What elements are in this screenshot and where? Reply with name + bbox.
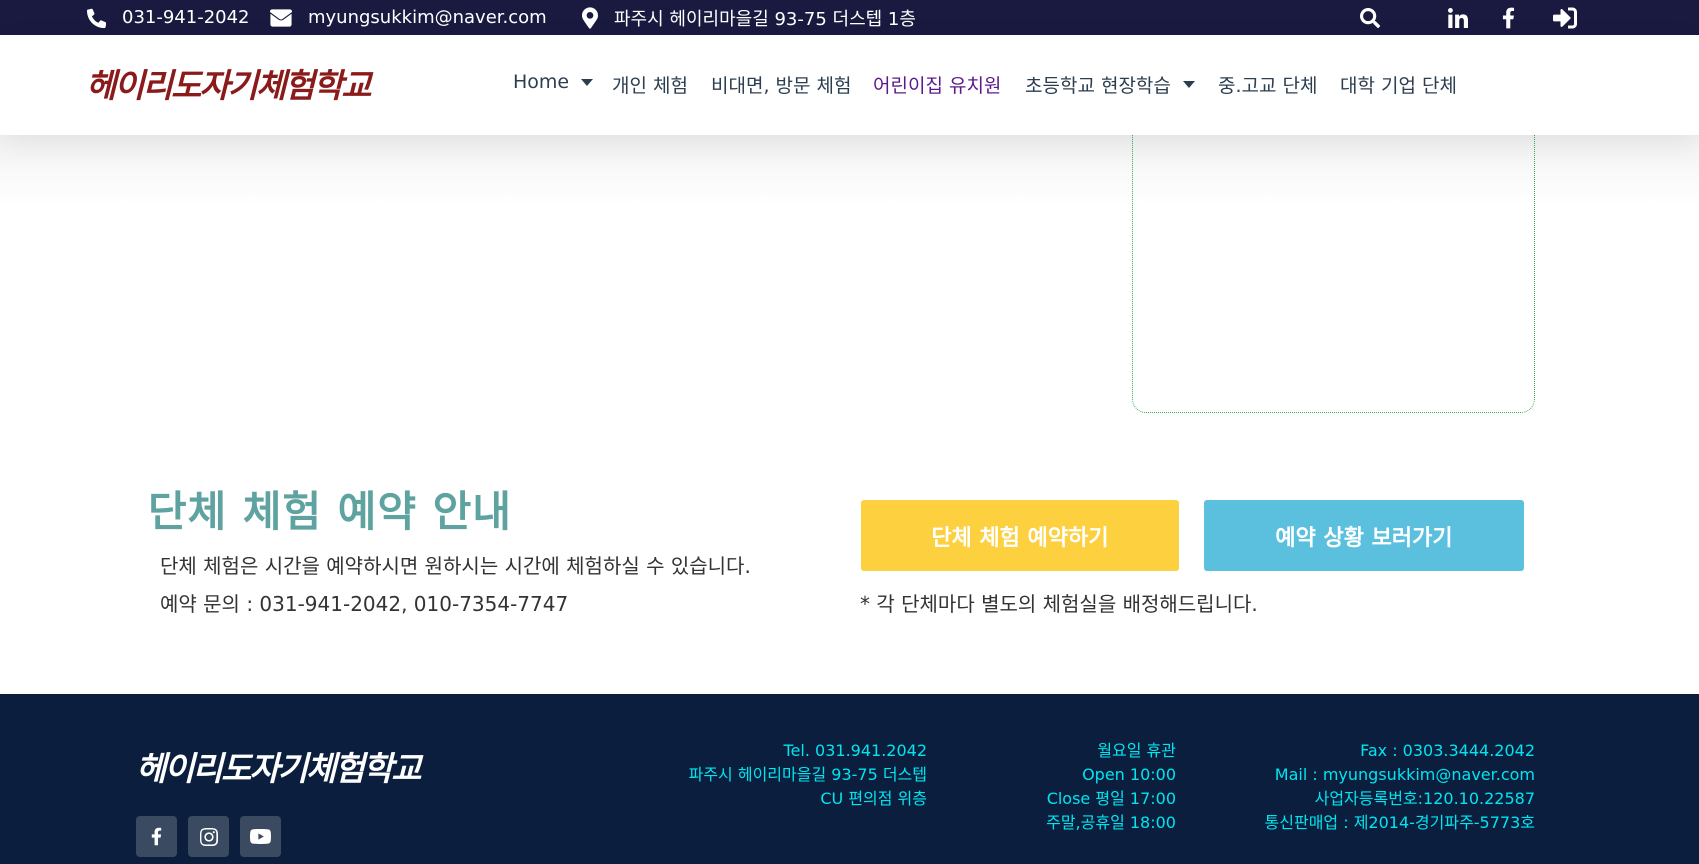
footer-fax: Fax : 0303.3444.2042: [1360, 741, 1535, 760]
footer-hours-column: 월요일 휴관 Open 10:00 Close 평일 17:00 주말,공휴일 …: [1046, 739, 1176, 835]
nav-item-individual[interactable]: 개인 체험: [612, 71, 688, 98]
footer-ecommerce-number: 통신판매업 : 제2014-경기파주-5773호: [1264, 813, 1535, 832]
reservation-description: 단체 체험은 시간을 예약하시면 원하시는 시간에 체험하실 수 있습니다.: [160, 554, 751, 578]
footer-business-number: 사업자등록번호:120.10.22587: [1314, 789, 1535, 808]
nav-label: 대학 기업 단체: [1340, 75, 1457, 97]
footer-open-time: Open 10:00: [1082, 765, 1176, 784]
topbar-address: 파주시 헤이리마을길 93-75 더스텝 1층: [582, 0, 916, 35]
footer-mail: Mail : myungsukkim@naver.com: [1274, 765, 1535, 784]
linkedin-icon: [1448, 7, 1468, 28]
reservation-status-button[interactable]: 예약 상황 보러가기: [1204, 500, 1524, 571]
nav-item-university[interactable]: 대학 기업 단체: [1340, 71, 1457, 98]
site-logo[interactable]: 헤이리도자기체험학교: [86, 59, 372, 107]
reservation-title: 단체 체험 예약 안내: [148, 487, 512, 536]
phone-icon: [86, 8, 106, 28]
nav-label: 중.고교 단체: [1218, 75, 1318, 97]
linkedin-link[interactable]: [1448, 0, 1468, 35]
footer-youtube-button[interactable]: [240, 816, 281, 857]
nav-item-contactless[interactable]: 비대면, 방문 체험: [711, 71, 851, 98]
topbar-address-text: 파주시 헤이리마을길 93-75 더스텝 1층: [614, 8, 916, 30]
instagram-icon: [199, 827, 218, 846]
facebook-icon: [1502, 7, 1515, 28]
content-card: [1132, 130, 1535, 413]
nav-label: 어린이집 유치원: [873, 75, 1002, 97]
nav-label: Home: [513, 71, 570, 93]
footer-closed-day: 월요일 휴관: [1097, 741, 1176, 760]
footer-logo[interactable]: 헤이리도자기체험학교: [136, 742, 422, 790]
footer-business-column: Fax : 0303.3444.2042 Mail : myungsukkim@…: [1265, 739, 1535, 835]
nav-label: 초등학교 현장학습: [1025, 75, 1171, 97]
topbar-phone-text: 031-941-2042: [122, 7, 250, 28]
facebook-icon: [151, 827, 162, 846]
footer-close-weekend: 주말,공휴일 18:00: [1046, 813, 1176, 832]
caret-down-icon: [1182, 81, 1195, 88]
reservation-note: * 각 단체마다 별도의 체험실을 배정해드립니다.: [860, 592, 1258, 616]
footer-facebook-button[interactable]: [136, 816, 177, 857]
youtube-icon: [250, 829, 271, 844]
topbar-email-text: myungsukkim@naver.com: [308, 7, 547, 28]
search-icon: [1360, 7, 1380, 28]
map-marker-icon: [582, 6, 598, 29]
footer-contact-column: Tel. 031.941.2042 파주시 헤이리마을길 93-75 더스텝 C…: [689, 739, 927, 811]
nav-item-elementary[interactable]: 초등학교 현장학습: [1025, 71, 1195, 98]
nav-label: 개인 체험: [612, 75, 688, 97]
site-header: 헤이리도자기체험학교 Home 개인 체험 비대면, 방문 체험 어린이집 유치…: [0, 35, 1699, 135]
facebook-link[interactable]: [1502, 0, 1515, 35]
search-button[interactable]: [1360, 0, 1380, 35]
footer-address-detail: CU 편의점 위층: [820, 789, 927, 808]
top-bar: 031-941-2042 myungsukkim@naver.com 파주시 헤…: [0, 0, 1699, 35]
caret-down-icon: [581, 78, 594, 86]
topbar-phone[interactable]: 031-941-2042: [86, 0, 250, 35]
topbar-email[interactable]: myungsukkim@naver.com: [270, 0, 547, 35]
footer-instagram-button[interactable]: [188, 816, 229, 857]
footer-tel: Tel. 031.941.2042: [783, 741, 927, 760]
nav-label: 비대면, 방문 체험: [711, 75, 852, 97]
envelope-icon: [270, 8, 292, 27]
login-link[interactable]: [1553, 0, 1577, 35]
nav-item-home[interactable]: Home: [513, 71, 594, 93]
site-footer: 헤이리도자기체험학교 Tel. 031.941.2042 파주시 헤이리마을길 …: [0, 694, 1699, 864]
footer-address: 파주시 헤이리마을길 93-75 더스텝: [688, 765, 927, 784]
sign-in-icon: [1553, 7, 1577, 28]
nav-item-highschool[interactable]: 중.고교 단체: [1218, 71, 1317, 98]
reservation-contact: 예약 문의 : 031-941-2042, 010-7354-7747: [160, 592, 569, 616]
group-reserve-button[interactable]: 단체 체험 예약하기: [861, 500, 1179, 571]
footer-close-weekday: Close 평일 17:00: [1046, 789, 1176, 808]
nav-item-kindergarten[interactable]: 어린이집 유치원: [873, 71, 1001, 98]
